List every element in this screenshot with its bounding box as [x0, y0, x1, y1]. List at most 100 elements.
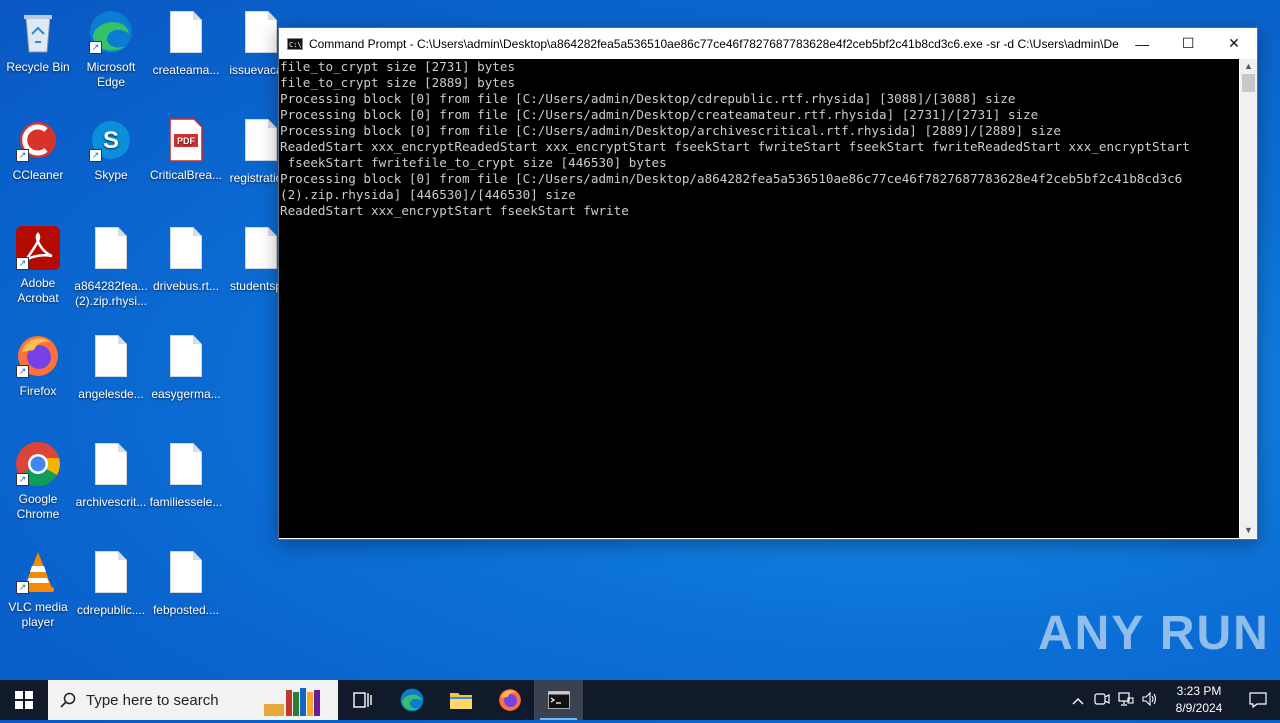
taskbar: Type here to search 3:23 PM 8/9/2024: [0, 680, 1280, 720]
file-icon: [87, 335, 135, 383]
vlc-cone-icon: ↗: [14, 548, 62, 596]
taskbar-firefox-button[interactable]: [485, 680, 534, 720]
taskbar-cmd-button[interactable]: [534, 680, 583, 720]
firefox-icon: [498, 689, 521, 711]
desktop-icon-archivescrit[interactable]: archivescrit...: [73, 440, 149, 510]
desktop-icon-easygerma[interactable]: easygerma...: [148, 332, 224, 402]
file-icon: [87, 551, 135, 599]
taskbar-clock[interactable]: 3:23 PM 8/9/2024: [1162, 683, 1236, 717]
scroll-down-icon[interactable]: ▼: [1240, 523, 1257, 538]
scrollbar-thumb[interactable]: [1242, 74, 1255, 92]
desktop-icon-recycle-bin[interactable]: Recycle Bin: [0, 8, 76, 75]
window-titlebar[interactable]: C:\ Command Prompt - C:\Users\admin\Desk…: [279, 28, 1257, 59]
svg-text:S: S: [103, 127, 119, 154]
desktop-icon-skype[interactable]: S ↗ Skype: [73, 116, 149, 183]
cmd-icon: C:\: [287, 37, 303, 50]
desktop-icon-label: drivebus.rt...: [152, 279, 220, 293]
shortcut-arrow-icon: ↗: [89, 41, 102, 54]
desktop-icon-criticalbrea[interactable]: PDF CriticalBrea...: [148, 116, 224, 183]
desktop-icon-label: febposted....: [152, 603, 220, 617]
folder-icon: [449, 693, 472, 709]
adobe-acrobat-icon: ↗: [14, 224, 62, 272]
chrome-icon: ↗: [14, 440, 62, 488]
file-icon: [162, 227, 210, 275]
desktop-icon-vlc[interactable]: ↗ VLC media player: [0, 548, 76, 630]
shortcut-arrow-icon: ↗: [16, 149, 29, 162]
desktop-icon-google-chrome[interactable]: ↗ Google Chrome: [0, 440, 76, 522]
desktop-icon-label: easygerma...: [151, 387, 221, 401]
desktop-icon-drivebus[interactable]: drivebus.rt...: [148, 224, 224, 294]
desktop-icon-label: Google Chrome: [16, 492, 60, 521]
file-icon: [162, 551, 210, 599]
volume-icon[interactable]: [1138, 691, 1162, 709]
shortcut-arrow-icon: ↗: [16, 257, 29, 270]
console-line: Processing block [0] from file [C:/Users…: [280, 171, 1183, 186]
desktop-icon-label: CCleaner: [12, 168, 64, 182]
network-icon[interactable]: [1114, 691, 1138, 709]
search-highlight-books-icon: [262, 686, 328, 723]
desktop-icon-label: createama...: [152, 63, 220, 77]
minimize-button[interactable]: —: [1119, 28, 1165, 59]
desktop-icon-label: Firefox: [19, 384, 57, 398]
desktop-icon-label: Skype: [94, 168, 128, 182]
desktop-icon-createama[interactable]: createama...: [148, 8, 224, 78]
desktop-icon-label: archivescrit...: [75, 495, 147, 509]
shortcut-arrow-icon: ↗: [89, 149, 102, 162]
notification-icon: [1249, 692, 1267, 708]
taskbar-search-box[interactable]: Type here to search: [48, 680, 338, 720]
console-line: Processing block [0] from file [C:/Users…: [280, 123, 1061, 138]
system-tray: 3:23 PM 8/9/2024: [1066, 680, 1280, 720]
shortcut-arrow-icon: ↗: [16, 365, 29, 378]
desktop-icon-zip-rhysida[interactable]: a864282fea... (2).zip.rhysi...: [73, 224, 149, 309]
notification-center-button[interactable]: [1236, 692, 1280, 708]
console-line: Processing block [0] from file [C:/Users…: [280, 91, 1016, 106]
meet-now-icon[interactable]: [1090, 692, 1114, 709]
maximize-button[interactable]: ☐: [1165, 28, 1211, 59]
taskbar-file-explorer-button[interactable]: [436, 680, 485, 720]
start-button[interactable]: [0, 680, 48, 720]
command-prompt-window[interactable]: C:\ Command Prompt - C:\Users\admin\Desk…: [278, 27, 1258, 540]
desktop-icon-label: VLC media player: [8, 600, 68, 629]
desktop-icon-adobe-acrobat[interactable]: ↗ Adobe Acrobat: [0, 224, 76, 306]
taskbar-edge-button[interactable]: [387, 680, 436, 720]
anyrun-watermark: ANY RUN: [1038, 607, 1270, 660]
pdf-file-icon: PDF: [162, 116, 210, 164]
desktop-icon-label: a864282fea... (2).zip.rhysi...: [74, 279, 148, 308]
file-icon: [87, 227, 135, 275]
file-icon: [162, 335, 210, 383]
desktop-icon-ccleaner[interactable]: ↗ CCleaner: [0, 116, 76, 183]
ccleaner-icon: ↗: [14, 116, 62, 164]
close-button[interactable]: ✕: [1211, 28, 1257, 59]
window-title: Command Prompt - C:\Users\admin\Desktop\…: [308, 36, 1120, 51]
desktop-icon-label: cdrepublic....: [76, 603, 146, 617]
desktop-icon-label: CriticalBrea...: [149, 168, 223, 182]
edge-icon: [400, 688, 423, 712]
desktop-icon-familiessele[interactable]: familiessele...: [148, 440, 224, 510]
desktop-icon-cdrepublic[interactable]: cdrepublic....: [73, 548, 149, 618]
shortcut-arrow-icon: ↗: [16, 473, 29, 486]
task-view-button[interactable]: [338, 680, 387, 720]
show-hidden-icons-chevron-up-icon[interactable]: [1066, 693, 1090, 708]
desktop-icon-label: Recycle Bin: [6, 60, 70, 74]
shortcut-arrow-icon: ↗: [16, 581, 29, 594]
clock-date: 8/9/2024: [1175, 701, 1223, 715]
console-line: fseekStart fwritefile_to_crypt size [446…: [280, 155, 667, 170]
vertical-scrollbar[interactable]: ▲ ▼: [1240, 59, 1257, 538]
file-icon: [162, 11, 210, 59]
console-output[interactable]: file_to_crypt size [2731] bytes file_to_…: [279, 59, 1239, 538]
console-line: (2).zip.rhysida] [446530]/[446530] size: [280, 187, 576, 202]
clock-time: 3:23 PM: [1176, 684, 1222, 698]
file-icon: [162, 443, 210, 491]
desktop-icon-firefox[interactable]: ↗ Firefox: [0, 332, 76, 399]
desktop-icon-label: Microsoft Edge: [86, 60, 136, 89]
cmd-icon: [547, 691, 570, 709]
search-icon: [60, 692, 76, 708]
desktop-icon-febposted[interactable]: febposted....: [148, 548, 224, 618]
desktop-icon-microsoft-edge[interactable]: ↗ Microsoft Edge: [73, 8, 149, 90]
recycle-bin-icon: [14, 8, 62, 56]
console-line: Processing block [0] from file [C:/Users…: [280, 107, 1039, 122]
scroll-up-icon[interactable]: ▲: [1240, 59, 1257, 74]
console-line: ReadedStart xxx_encryptReadedStart xxx_e…: [280, 139, 1190, 154]
desktop-icon-angelesde[interactable]: angelesde...: [73, 332, 149, 402]
file-icon: [87, 443, 135, 491]
